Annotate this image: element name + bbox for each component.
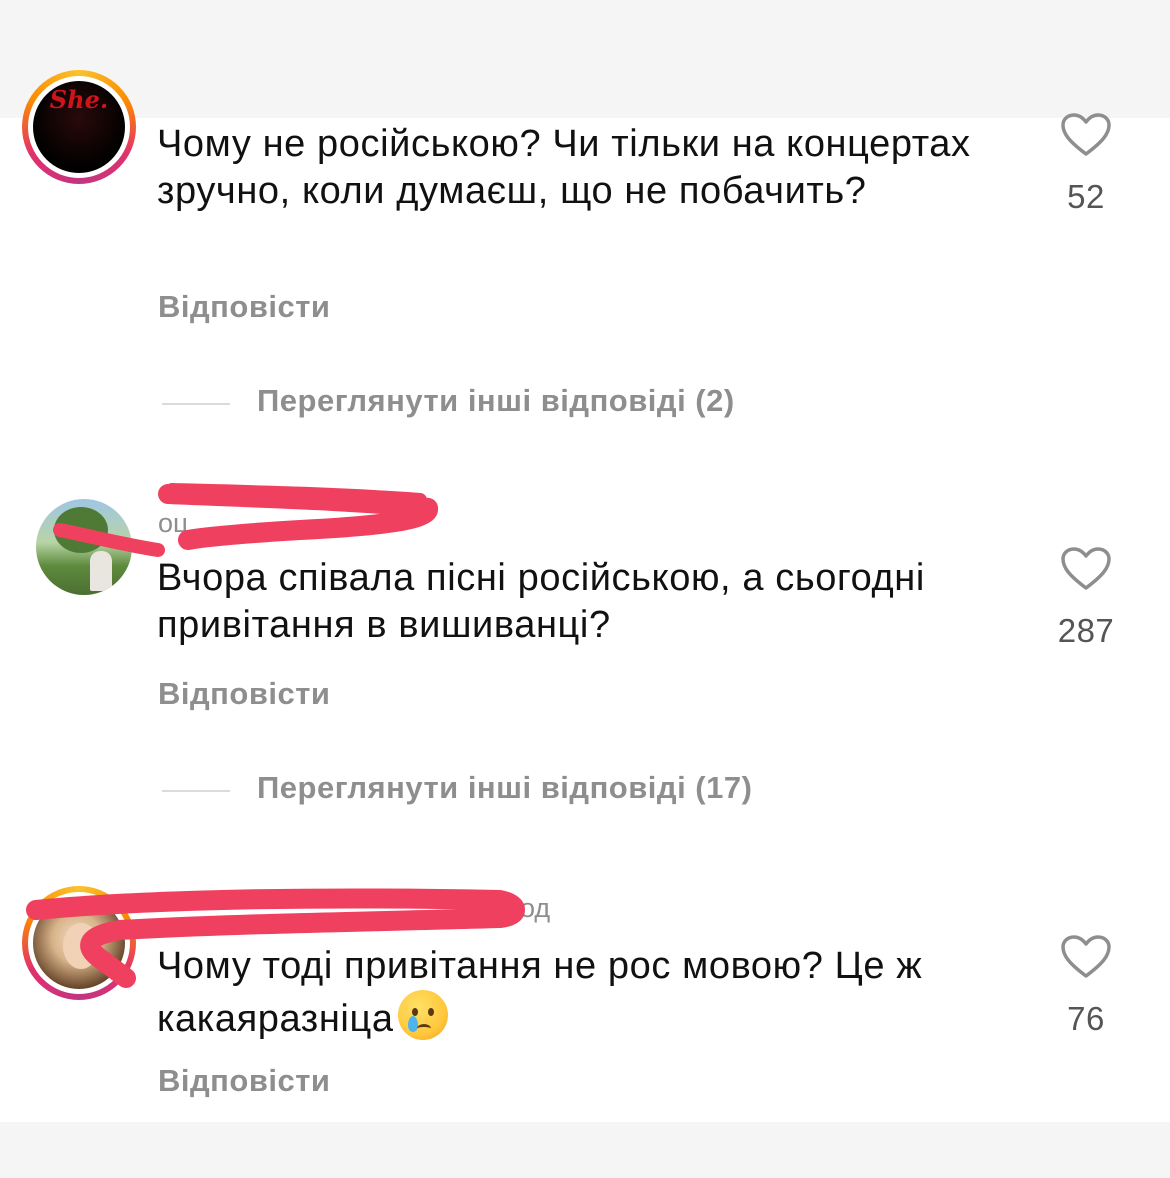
view-replies-label[interactable]: Переглянути інші відповіді (17) <box>257 770 752 806</box>
top-bar-area <box>0 0 1170 118</box>
reply-button[interactable]: Відповісти <box>158 1063 331 1099</box>
heart-icon[interactable] <box>1060 546 1112 592</box>
avatar-story-ring[interactable] <box>22 886 136 1000</box>
like-count: 287 <box>1057 612 1115 649</box>
avatar-person <box>90 551 112 591</box>
view-replies-label[interactable]: Переглянути інші відповіді (2) <box>257 383 735 419</box>
avatar-3 <box>33 897 125 989</box>
comment-text: Чому тоді привітання не рос мовою? Це ж … <box>157 943 1017 1043</box>
avatar-2[interactable] <box>36 499 132 595</box>
username[interactable]: од <box>520 893 550 924</box>
like-count: 76 <box>1067 1000 1105 1037</box>
crying-face-emoji <box>397 990 448 1040</box>
avatar-tree <box>54 507 108 553</box>
replies-divider <box>162 790 230 792</box>
like-group: 287 <box>1046 546 1126 650</box>
like-group: 76 <box>1046 934 1126 1038</box>
bottom-area <box>0 1122 1170 1178</box>
like-group: 52 <box>1046 112 1126 216</box>
comment-text: Чому не російською? Чи тільки на концерт… <box>157 123 971 212</box>
reply-button[interactable]: Відповісти <box>158 289 331 325</box>
avatar-face <box>63 923 99 969</box>
avatar-1: She. <box>33 81 125 173</box>
replies-divider <box>162 403 230 405</box>
heart-icon[interactable] <box>1060 112 1112 158</box>
heart-icon[interactable] <box>1060 934 1112 980</box>
username[interactable]: оц <box>158 508 188 539</box>
comment-text: Вчора співала пісні російською, а сьогод… <box>157 557 925 646</box>
avatar-logo: She. <box>49 85 109 114</box>
avatar-story-ring[interactable]: She. <box>22 70 136 184</box>
reply-button[interactable]: Відповісти <box>158 676 331 712</box>
comment-text-content: Чому тоді привітання не рос мовою? Це ж … <box>157 945 923 1040</box>
like-count: 52 <box>1067 178 1105 215</box>
